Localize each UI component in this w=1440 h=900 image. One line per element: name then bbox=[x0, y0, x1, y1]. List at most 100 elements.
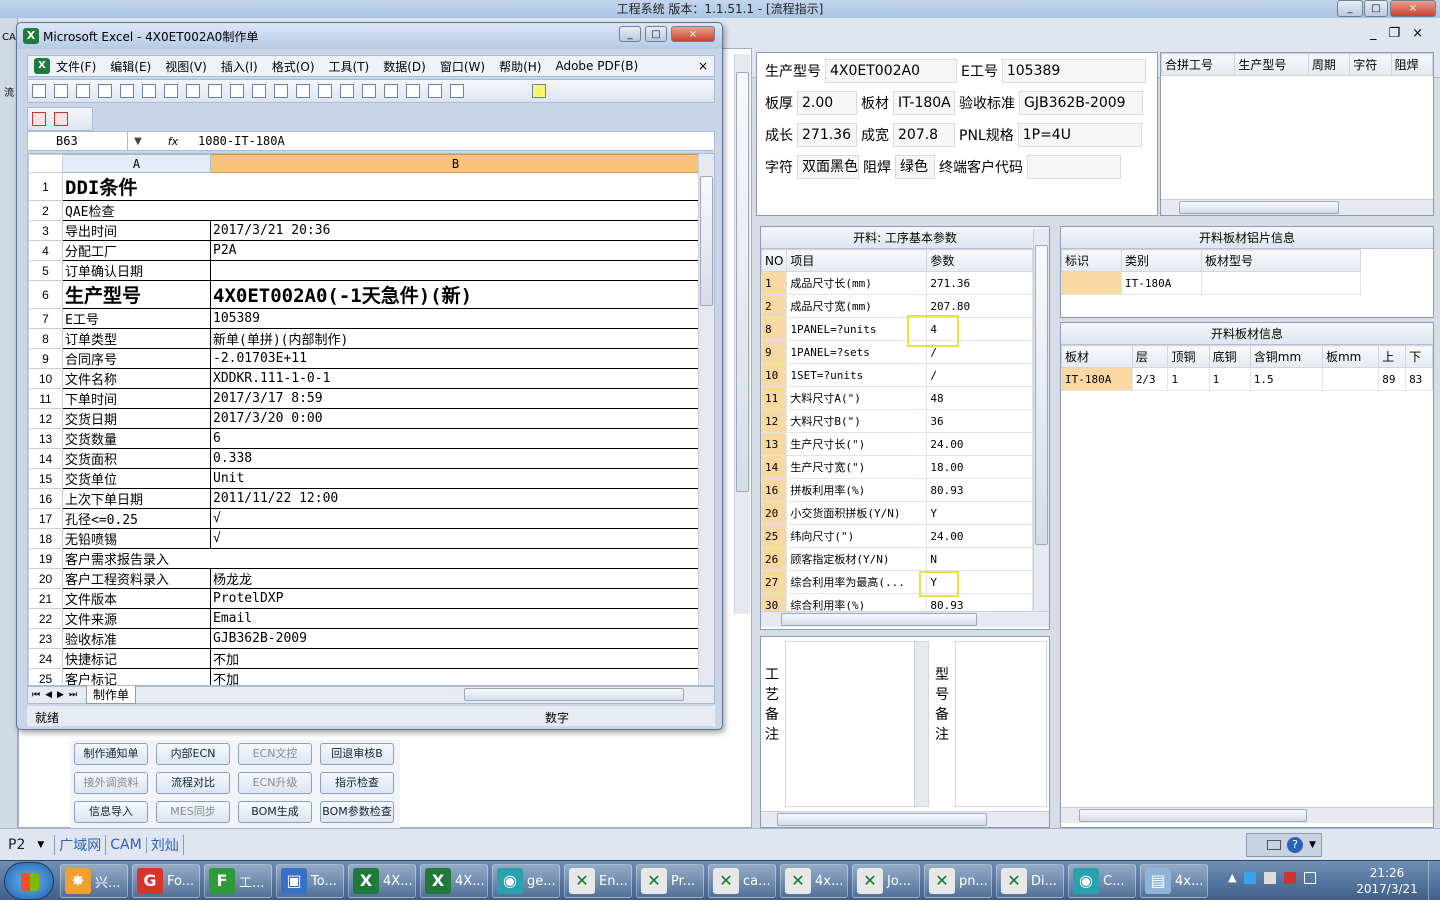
action-button[interactable]: 内部ECN bbox=[156, 743, 230, 765]
redo-icon[interactable] bbox=[318, 84, 332, 98]
cell-a[interactable]: DDI条件 bbox=[62, 172, 701, 201]
table-row[interactable]: 12 大料尺寸B(") 36 bbox=[761, 409, 1033, 433]
table-row[interactable]: 30 综合利用率(%) 80.93 bbox=[761, 593, 1033, 611]
status-tab[interactable]: CAM bbox=[106, 836, 147, 853]
column-header[interactable]: 字符 bbox=[1349, 53, 1392, 76]
row-header[interactable]: 12 bbox=[28, 408, 63, 429]
taskbar-item[interactable]: ✸ 兴... bbox=[60, 864, 128, 898]
field-value[interactable]: 绿色 bbox=[895, 155, 935, 179]
fill-color-icon[interactable] bbox=[532, 84, 546, 98]
field-value[interactable]: 207.8 bbox=[893, 123, 955, 147]
tray-app-icon[interactable] bbox=[1244, 871, 1257, 884]
tray-expand-icon[interactable]: ▲ bbox=[1228, 871, 1236, 884]
table-row[interactable]: 20 小交货面积拼板(Y/N) Y bbox=[761, 501, 1033, 525]
process-note-input[interactable] bbox=[785, 641, 929, 807]
field-value[interactable]: 双面黑色 bbox=[797, 155, 859, 179]
tab-nav-arrows[interactable]: ⏮◀▶⏭ bbox=[32, 690, 82, 700]
cell-b[interactable]: 2017/3/21 20:36 bbox=[210, 220, 701, 241]
table-row[interactable]: 9 1PANEL=?sets / bbox=[761, 340, 1033, 364]
menu-item[interactable]: 插入(I) bbox=[221, 58, 258, 75]
sheet-vscrollbar[interactable] bbox=[698, 154, 714, 685]
left-tab[interactable]: CA bbox=[2, 32, 16, 43]
table-row[interactable]: IT-180A 2/3 1 1 1.5 89 83 bbox=[1061, 367, 1433, 391]
column-header[interactable]: 类别 bbox=[1121, 249, 1202, 272]
help-icon[interactable]: ? bbox=[1287, 837, 1303, 853]
open-icon[interactable] bbox=[54, 84, 68, 98]
action-button[interactable]: 接外调资料 bbox=[74, 772, 148, 794]
taskbar-item[interactable]: ✕ En... bbox=[564, 864, 632, 898]
taskbar-item[interactable]: ▣ To... bbox=[276, 864, 344, 898]
model-note-input[interactable] bbox=[955, 641, 1047, 807]
field-value[interactable]: IT-180A bbox=[893, 91, 955, 115]
formula-input[interactable]: 1080-IT-180A bbox=[198, 134, 285, 148]
clock[interactable]: 21:26 2017/3/21 bbox=[1350, 865, 1424, 897]
cell-a[interactable]: 导出时间 bbox=[62, 220, 211, 241]
autosum-icon[interactable] bbox=[362, 84, 376, 98]
select-all-corner[interactable] bbox=[28, 154, 63, 173]
cell-a[interactable]: 孔径<=0.25 bbox=[62, 508, 211, 529]
column-header[interactable]: 生产型号 bbox=[1234, 53, 1309, 76]
cell-b[interactable]: Email bbox=[210, 608, 701, 629]
cell-b[interactable]: ProtelDXP bbox=[210, 588, 701, 609]
row-header[interactable]: 13 bbox=[28, 428, 63, 449]
column-header[interactable]: 周期 bbox=[1307, 53, 1351, 76]
cell-a[interactable]: E工号 bbox=[62, 308, 211, 329]
mdi-minimize-button[interactable]: _ bbox=[1370, 26, 1377, 41]
cell-b[interactable]: 6 bbox=[210, 428, 701, 449]
field-value[interactable]: 1P=4U bbox=[1017, 123, 1142, 147]
row-header[interactable]: 6 bbox=[28, 280, 63, 309]
name-box[interactable]: B63 bbox=[28, 132, 128, 150]
taskbar-item[interactable]: X 4X... bbox=[420, 864, 488, 898]
menu-item[interactable]: 视图(V) bbox=[165, 58, 207, 75]
row-header[interactable]: 15 bbox=[28, 468, 63, 489]
cell-a[interactable]: 快捷标记 bbox=[62, 648, 211, 669]
field-value[interactable]: 2.00 bbox=[797, 91, 857, 115]
field-value[interactable] bbox=[1027, 155, 1121, 179]
taskbar-item[interactable]: ✕ pn... bbox=[924, 864, 992, 898]
column-header[interactable]: 下 bbox=[1405, 345, 1433, 368]
action-button[interactable]: ECN文控 bbox=[238, 743, 312, 765]
cell-b[interactable]: 105389 bbox=[210, 308, 701, 329]
research-icon[interactable] bbox=[186, 84, 200, 98]
dropdown-icon[interactable]: ▼ bbox=[128, 136, 148, 147]
taskbar-item[interactable]: X 4X... bbox=[348, 864, 416, 898]
cell-b[interactable]: Unit bbox=[210, 468, 701, 489]
tray-antivirus-icon[interactable] bbox=[1284, 871, 1297, 884]
row-header[interactable]: 7 bbox=[28, 308, 63, 329]
excel-doc-close-icon[interactable]: × bbox=[698, 59, 708, 73]
cell-a[interactable]: QAE检查 bbox=[62, 200, 701, 221]
row-header[interactable]: 21 bbox=[28, 588, 63, 609]
cell-b[interactable]: GJB362B-2009 bbox=[210, 628, 701, 649]
pdf-icon[interactable] bbox=[32, 112, 46, 126]
merge-hscrollbar[interactable] bbox=[1161, 199, 1433, 215]
status-tab[interactable]: 广域网 bbox=[54, 834, 107, 855]
process-hscrollbar[interactable] bbox=[761, 611, 1049, 627]
taskbar-item[interactable]: ✕ Pr... bbox=[636, 864, 704, 898]
row-header[interactable]: 14 bbox=[28, 448, 63, 469]
cell-a[interactable]: 文件版本 bbox=[62, 588, 211, 609]
action-button[interactable]: 信息导入 bbox=[74, 801, 148, 823]
taskbar-item[interactable]: ✕ Di... bbox=[996, 864, 1064, 898]
cell-b[interactable]: √ bbox=[210, 508, 701, 529]
column-header[interactable]: 板mm bbox=[1321, 345, 1380, 368]
save-icon[interactable] bbox=[76, 84, 90, 98]
print-preview-icon[interactable] bbox=[142, 84, 156, 98]
row-header[interactable]: 8 bbox=[28, 328, 63, 349]
cell-b[interactable]: 2017/3/17 8:59 bbox=[210, 388, 701, 409]
cell-b[interactable]: XDDKR.111-1-0-1 bbox=[210, 368, 701, 389]
cell-a[interactable]: 文件来源 bbox=[62, 608, 211, 629]
keyboard-icon[interactable] bbox=[1267, 840, 1281, 850]
taskbar-item[interactable]: F 工... bbox=[204, 864, 272, 898]
taskbar-item[interactable]: ✕ ca... bbox=[708, 864, 776, 898]
copy-icon[interactable] bbox=[230, 84, 244, 98]
excel-maximize-button[interactable]: □ bbox=[645, 26, 667, 42]
column-header-b[interactable]: B bbox=[210, 154, 701, 173]
row-header[interactable]: 10 bbox=[28, 368, 63, 389]
field-value[interactable]: 4X0ET002A0 bbox=[825, 59, 957, 83]
row-header[interactable]: 2 bbox=[28, 200, 63, 221]
table-row[interactable]: IT-180A bbox=[1061, 271, 1361, 295]
cell-a[interactable]: 订单类型 bbox=[62, 328, 211, 349]
sort-asc-icon[interactable] bbox=[384, 84, 398, 98]
mdi-close-button[interactable]: × bbox=[1412, 26, 1423, 41]
action-button[interactable]: BOM参数检查 bbox=[320, 801, 394, 823]
